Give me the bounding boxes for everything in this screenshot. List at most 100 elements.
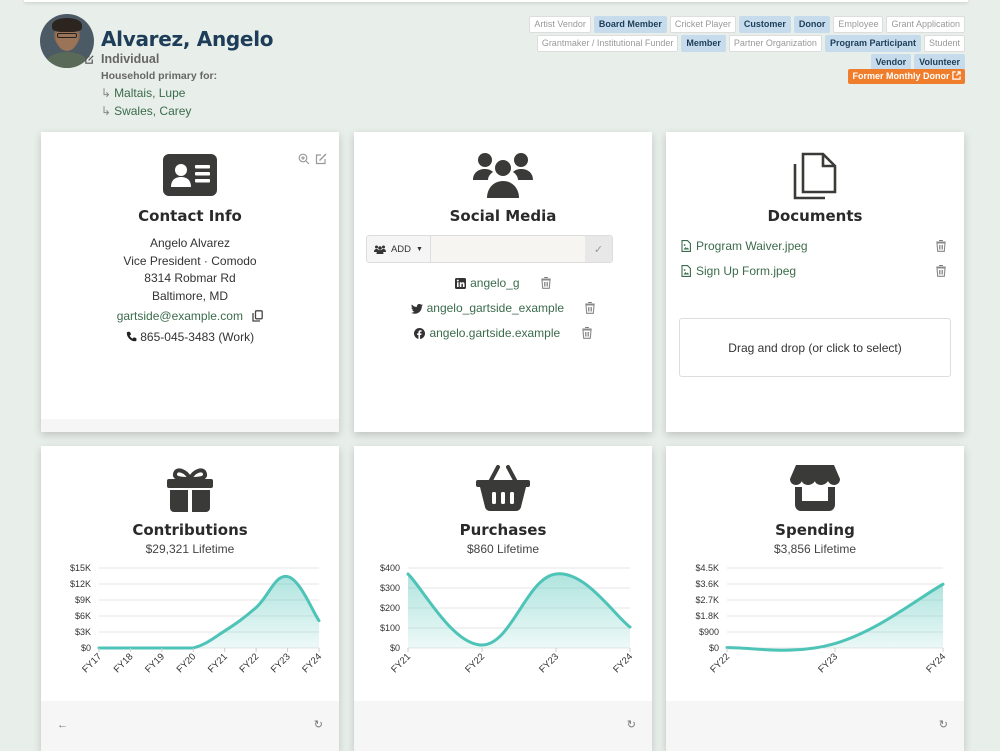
documents-card: Documents Program Waiver.jpeg Sign Up Fo…	[666, 132, 964, 432]
y-tick-label: $3.6K	[695, 579, 719, 589]
facebook-icon	[414, 328, 426, 339]
tag-list: Artist Vendor Board Member Cricket Player C…	[505, 16, 965, 71]
external-link-icon	[952, 71, 961, 80]
household-member[interactable]: ↳ Swales, Carey	[101, 102, 191, 120]
users-icon	[473, 153, 533, 198]
linkedin-link[interactable]: angelo_g	[470, 276, 519, 290]
trash-icon[interactable]	[585, 302, 596, 314]
x-tick-label: FY18	[112, 651, 136, 675]
file-dropzone[interactable]: Drag and drop (or click to select)	[679, 318, 951, 377]
email-link[interactable]: gartside@example.com	[117, 309, 243, 323]
contact-full-name: Angelo Alvarez	[149, 236, 231, 250]
documents-icon	[793, 152, 837, 200]
back-arrow-icon[interactable]: ←	[57, 719, 68, 731]
trash-icon[interactable]	[936, 240, 946, 252]
confirm-button[interactable]: ✓	[584, 236, 612, 262]
document-link[interactable]: Sign Up Form.jpeg	[696, 264, 936, 278]
edit-photo-icon[interactable]	[84, 54, 95, 65]
tag-board-member[interactable]: Board Member	[593, 16, 667, 33]
household-member[interactable]: ↳ Maltais, Lupe	[101, 84, 191, 102]
x-tick-label: FY23	[816, 651, 840, 675]
former-monthly-donor-badge[interactable]: Former Monthly Donor	[848, 69, 965, 84]
x-tick-label: FY24	[611, 651, 635, 675]
card-footer: ← ↻	[41, 701, 339, 751]
y-tick-label: $200	[380, 603, 400, 613]
tag-grantmaker-institutional-funder[interactable]: Grantmaker / Institutional Funder	[536, 35, 679, 52]
add-social-group: ADD ▼ ✓	[366, 235, 613, 263]
tag-artist-vendor[interactable]: Artist Vendor	[529, 16, 591, 33]
tag-grant-application[interactable]: Grant Application	[886, 16, 965, 33]
phone-number[interactable]: 865-045-3483 (Work)	[140, 330, 254, 344]
caret-down-icon: ▼	[416, 245, 423, 253]
y-tick-label: $900	[699, 627, 719, 637]
document-link[interactable]: Program Waiver.jpeg	[696, 239, 936, 253]
chart-subtitle: $3,856 Lifetime	[773, 542, 857, 556]
phone-icon	[126, 331, 137, 342]
x-tick-label: FY23	[269, 651, 293, 675]
x-tick-label: FY22	[708, 651, 732, 675]
image-file-icon	[681, 240, 691, 252]
twitter-link[interactable]: angelo_gartside_example	[427, 301, 564, 315]
chart-subtitle: $29,321 Lifetime	[145, 542, 235, 556]
social-item: angelo.gartside.example	[354, 326, 652, 340]
tag-customer[interactable]: Customer	[738, 16, 791, 33]
refresh-icon[interactable]: ↻	[627, 718, 636, 731]
linkedin-icon	[455, 278, 467, 289]
social-handle-input[interactable]	[430, 236, 585, 262]
image-file-icon	[681, 265, 691, 277]
household-list: ↳ Maltais, Lupe ↳ Swales, Carey	[101, 84, 191, 120]
facebook-link[interactable]: angelo.gartside.example	[429, 326, 560, 340]
chart-title: Contributions	[132, 521, 248, 539]
chart-subtitle: $860 Lifetime	[466, 542, 540, 556]
y-tick-label: $400	[380, 563, 400, 573]
check-icon: ✓	[593, 243, 604, 256]
y-tick-label: $9K	[75, 595, 91, 605]
x-tick-label: FY21	[206, 651, 230, 675]
copy-icon[interactable]	[252, 310, 264, 322]
contact-street: 8314 Robmar Rd	[144, 271, 236, 285]
card-footer: ↻	[354, 701, 652, 751]
tag-cricket-player[interactable]: Cricket Player	[669, 16, 736, 33]
tag-donor[interactable]: Donor	[793, 16, 831, 33]
gift-icon	[167, 468, 213, 512]
tag-employee[interactable]: Employee	[833, 16, 884, 33]
tag-student[interactable]: Student	[923, 35, 965, 52]
refresh-icon[interactable]: ↻	[314, 718, 323, 731]
x-tick-label: FY24	[924, 651, 948, 675]
refresh-icon[interactable]: ↻	[939, 718, 948, 731]
x-tick-label: FY21	[389, 651, 413, 675]
y-tick-label: $12K	[70, 579, 91, 589]
y-tick-label: $2.7K	[695, 595, 719, 605]
x-tick-label: FY22	[463, 651, 487, 675]
add-label: ADD	[390, 243, 412, 255]
users-icon	[373, 245, 386, 254]
trash-icon[interactable]	[936, 265, 946, 277]
x-tick-label: FY19	[143, 651, 167, 675]
contributions-card: Contributions $29,321 Lifetime $0 $3K $6K $…	[41, 446, 339, 751]
edit-icon[interactable]	[315, 153, 327, 165]
tag-partner-organization[interactable]: Partner Organization	[728, 35, 822, 52]
contact-position: Vice President · Comodo	[123, 253, 257, 268]
zoom-in-icon[interactable]	[298, 153, 310, 165]
tag-member[interactable]: Member	[681, 35, 726, 52]
x-tick-label: FY23	[537, 651, 561, 675]
contact-type: Individual	[101, 52, 160, 66]
area-fill	[99, 576, 319, 648]
y-tick-label: $100	[380, 623, 400, 633]
y-tick-label: $0	[81, 643, 91, 653]
contributions-chart: $0 $3K $6K $9K $12K $15K FY17 FY18 FY19 FY20 FY21 F…	[70, 563, 324, 675]
purchases-card: Purchases $860 Lifetime $0 $100 $200 $300 $4…	[354, 446, 652, 751]
trash-icon[interactable]	[581, 327, 592, 339]
add-social-dropdown[interactable]: ADD ▼	[367, 236, 431, 262]
y-tick-label: $0	[709, 643, 719, 653]
spending-card: Spending $3,856 Lifetime $0 $900 $1.8K $2.7…	[666, 446, 964, 751]
y-tick-label: $1.8K	[695, 611, 719, 621]
household-label: Household primary for:	[101, 70, 218, 82]
social-item: angelo_g	[354, 276, 652, 290]
area-fill	[727, 584, 943, 651]
chart-title: Purchases	[459, 521, 547, 539]
tag-program-participant[interactable]: Program Participant	[824, 35, 921, 52]
document-item: Sign Up Form.jpeg	[681, 264, 946, 278]
x-tick-label: FY22	[237, 651, 261, 675]
trash-icon[interactable]	[541, 277, 551, 289]
